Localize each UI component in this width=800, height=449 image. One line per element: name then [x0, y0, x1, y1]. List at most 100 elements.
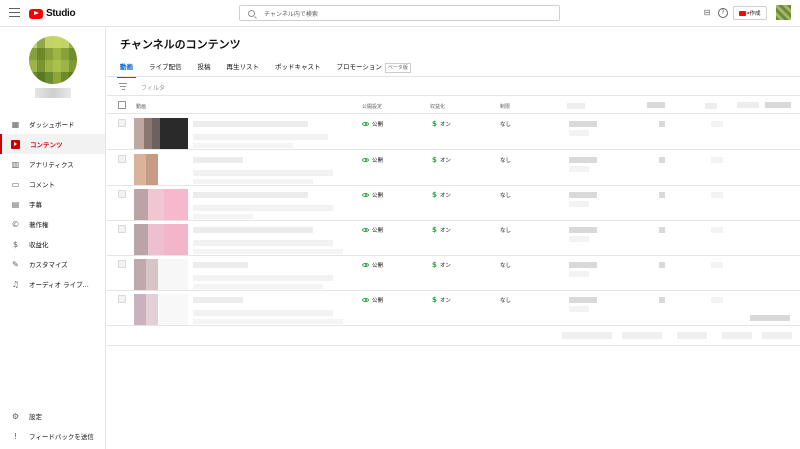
beta-badge: ベータ版 — [384, 63, 411, 73]
row-checkbox[interactable] — [118, 225, 126, 233]
eye-icon — [362, 263, 369, 267]
tab-label: 投稿 — [197, 63, 211, 71]
video-description-blurred — [193, 319, 343, 324]
account-avatar[interactable] — [776, 5, 791, 20]
monetization-cell[interactable]: $ オン — [432, 296, 451, 304]
hamburger-menu-icon[interactable] — [9, 8, 20, 18]
main-content: チャンネルのコンテンツ 動画 ライブ配信 投稿 再生リスト ポッドキャスト プロ… — [107, 27, 800, 449]
tab-label: ライブ配信 — [149, 63, 182, 71]
sidebar-item-label: ダッシュボード — [29, 121, 75, 129]
video-title-blurred[interactable] — [193, 262, 248, 268]
sidebar-item-dashboard[interactable]: ▦ ダッシュボード — [0, 114, 105, 134]
pagination-blurred[interactable] — [722, 332, 752, 339]
select-all-checkbox[interactable] — [118, 101, 126, 109]
monetization-cell[interactable]: $ オン — [432, 261, 451, 269]
tab-label: ポッドキャスト — [275, 63, 321, 71]
monetization-value: オン — [439, 193, 451, 199]
video-title-blurred[interactable] — [193, 121, 308, 127]
table-row[interactable]: 公開 $ オン なし — [107, 291, 800, 326]
video-thumbnail[interactable] — [134, 259, 188, 290]
visibility-cell[interactable]: 公開 — [362, 261, 383, 269]
create-button[interactable]: 作成 — [733, 6, 767, 20]
video-title-blurred[interactable] — [193, 192, 308, 198]
sidebar-item-analytics[interactable]: ▥ アナリティクス — [0, 154, 105, 174]
table-row[interactable]: 公開 $ オン なし — [107, 256, 800, 291]
help-icon[interactable]: ? — [718, 8, 728, 18]
sidebar-item-comments[interactable]: ▭ コメント — [0, 174, 105, 194]
video-thumbnail[interactable] — [134, 118, 188, 149]
caption-icon[interactable]: ⊟ — [702, 8, 712, 18]
monetization-cell[interactable]: $ オン — [432, 191, 451, 199]
monetization-cell[interactable]: $ オン — [432, 226, 451, 234]
sidebar-item-monetization[interactable]: $ 収益化 — [0, 234, 105, 254]
column-header-blurred — [705, 103, 717, 109]
settings-icon: ⚙ — [11, 411, 20, 421]
dollar-icon: $ — [432, 191, 437, 199]
restrictions-cell: なし — [500, 156, 511, 164]
row-checkbox[interactable] — [118, 119, 126, 127]
video-title-blurred[interactable] — [193, 297, 243, 303]
eye-icon — [362, 228, 369, 232]
channel-avatar[interactable] — [29, 36, 77, 84]
table-row[interactable]: 公開 $ オン なし — [107, 221, 800, 256]
sidebar-item-copyright[interactable]: © 著作権 — [0, 214, 105, 234]
monetization-value: オン — [439, 228, 451, 234]
date-blurred — [569, 262, 597, 268]
sidebar-item-label: オーディオ ライブ... — [29, 281, 89, 289]
video-thumbnail[interactable] — [134, 189, 188, 220]
channel-name-blurred — [35, 88, 71, 98]
video-title-blurred[interactable] — [193, 227, 313, 233]
sidebar-item-feedback[interactable]: ! フィードバックを送信 — [0, 426, 105, 446]
date-blurred — [569, 157, 597, 163]
monetization-cell[interactable]: $ オン — [432, 120, 451, 128]
visibility-value: 公開 — [372, 158, 384, 164]
visibility-cell[interactable]: 公開 — [362, 120, 383, 128]
dollar-icon: $ — [432, 120, 437, 128]
sidebar-item-settings[interactable]: ⚙ 設定 — [0, 406, 105, 426]
video-thumbnail[interactable] — [134, 224, 188, 255]
date-blurred — [569, 227, 597, 233]
restrictions-cell: なし — [500, 261, 511, 269]
visibility-cell[interactable]: 公開 — [362, 226, 383, 234]
studio-logo[interactable]: Studio — [29, 7, 76, 20]
column-header-visibility[interactable]: 公開設定 — [362, 103, 382, 110]
video-thumbnail[interactable] — [134, 154, 188, 185]
table-header: 動画 公開設定 収益化 制限 — [107, 97, 800, 114]
table-row[interactable]: 公開 $ オン なし — [107, 186, 800, 221]
sidebar-item-subtitles[interactable]: ▤ 字幕 — [0, 194, 105, 214]
table-row[interactable]: 公開 $ オン なし — [107, 151, 800, 186]
row-checkbox[interactable] — [118, 155, 126, 163]
video-title-blurred[interactable] — [193, 157, 243, 163]
visibility-cell[interactable]: 公開 — [362, 296, 383, 304]
sidebar-item-audio-library[interactable]: ♫ オーディオ ライブ... — [0, 274, 105, 294]
filter-icon[interactable] — [119, 83, 127, 90]
sidebar-item-customize[interactable]: ✎ カスタマイズ — [0, 254, 105, 274]
visibility-cell[interactable]: 公開 — [362, 156, 383, 164]
sidebar-item-label: フィードバックを送信 — [29, 433, 94, 441]
date-blurred — [569, 271, 589, 277]
views-blurred — [659, 297, 665, 303]
sidebar-item-content[interactable]: コンテンツ — [0, 134, 105, 154]
row-checkbox[interactable] — [118, 190, 126, 198]
filter-input[interactable]: フィルタ — [141, 83, 165, 92]
table-row[interactable]: 公開 $ オン なし — [107, 115, 800, 150]
visibility-cell[interactable]: 公開 — [362, 191, 383, 199]
sidebar-nav: ▦ ダッシュボード コンテンツ ▥ アナリティクス ▭ コメント ▤ 字幕 © … — [0, 114, 105, 294]
search-input[interactable]: チャンネル内で検索 — [239, 5, 560, 21]
column-header-blurred — [647, 102, 665, 108]
restrictions-value: なし — [500, 228, 512, 234]
video-description-blurred — [193, 249, 343, 254]
pagination-blurred[interactable] — [762, 332, 792, 339]
restrictions-cell: なし — [500, 191, 511, 199]
row-checkbox[interactable] — [118, 295, 126, 303]
column-header-monetization[interactable]: 収益化 — [430, 103, 445, 110]
date-blurred — [569, 236, 589, 242]
column-header-restrictions[interactable]: 制限 — [500, 103, 510, 110]
video-description-blurred — [193, 240, 333, 246]
row-checkbox[interactable] — [118, 260, 126, 268]
monetization-cell[interactable]: $ オン — [432, 156, 451, 164]
views-blurred — [659, 121, 665, 127]
sidebar-item-label: アナリティクス — [29, 161, 74, 169]
video-thumbnail[interactable] — [134, 294, 188, 325]
date-blurred — [569, 121, 597, 127]
